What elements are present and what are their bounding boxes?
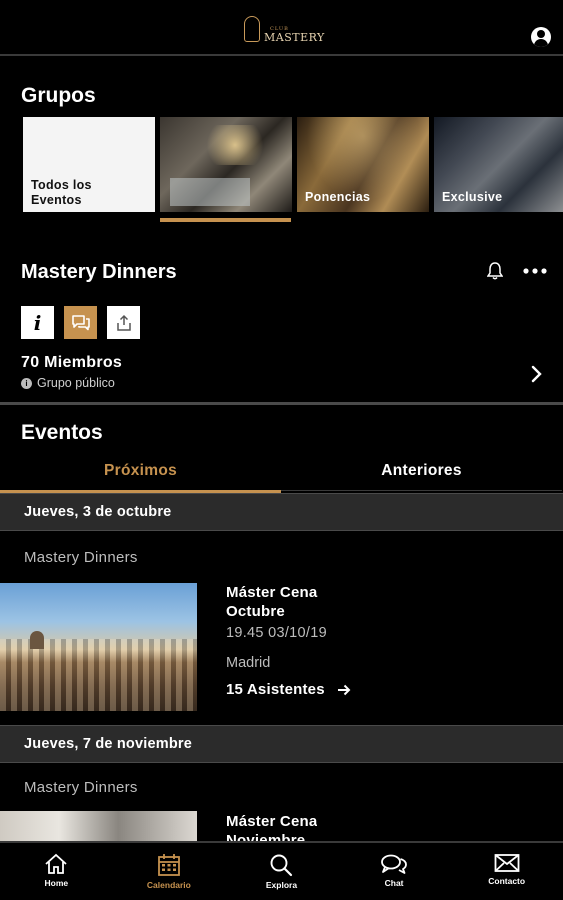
chat-bubbles-icon (71, 314, 90, 330)
date-header-label: Jueves, 3 de octubre (24, 504, 172, 520)
event-image-madrid[interactable] (0, 583, 197, 711)
tab-upcoming[interactable]: Próximos (0, 457, 281, 493)
nav-contact[interactable]: Contacto (450, 843, 563, 900)
group-card-ponencias[interactable]: Ponencias (297, 117, 429, 212)
app-header: CLUB MASTERY (0, 0, 563, 56)
members-count: 70 Miembros (21, 354, 123, 371)
arrow-right-icon (337, 684, 351, 695)
chat-icon (381, 854, 407, 874)
event-image-november[interactable] (0, 811, 197, 841)
logo-text: MASTERY (264, 31, 325, 44)
club-mastery-logo[interactable]: CLUB MASTERY (244, 16, 325, 48)
tab-past[interactable]: Anteriores (281, 457, 562, 491)
calendar-icon (157, 854, 180, 876)
logo-bulb-icon (244, 16, 260, 42)
group-actions (487, 262, 547, 280)
date-header: Jueves, 3 de octubre (0, 493, 563, 531)
events-title: Eventos (21, 421, 103, 444)
home-icon (45, 853, 67, 874)
search-icon (271, 854, 293, 877)
bottom-navigation: Home Calendario Explora Chat Contacto (0, 841, 563, 900)
section-divider (0, 402, 563, 405)
profile-icon[interactable] (531, 27, 551, 47)
group-card-label: Todos los Eventos (31, 178, 92, 207)
bell-icon[interactable] (487, 262, 503, 280)
share-icon (116, 314, 131, 331)
selected-group-indicator (160, 218, 291, 222)
nav-chat[interactable]: Chat (338, 843, 451, 900)
nav-chat-label: Chat (384, 878, 404, 888)
chevron-right-icon[interactable] (531, 365, 543, 387)
date-header: Jueves, 7 de noviembre (0, 725, 563, 763)
event-attendees-label: 15 Asistentes (226, 681, 325, 698)
group-tool-buttons: i (21, 306, 140, 339)
event-group-name: Mastery Dinners (24, 549, 138, 566)
group-visibility: i Grupo público (21, 376, 115, 390)
groups-title: Grupos (21, 84, 96, 107)
nav-contact-label: Contacto (488, 876, 526, 886)
event-title[interactable]: Máster Cena Noviembre (226, 812, 317, 841)
date-header-label: Jueves, 7 de noviembre (24, 736, 193, 752)
group-name: Mastery Dinners (21, 261, 177, 283)
group-card-label: Exclusive (442, 190, 503, 204)
group-visibility-label: Grupo público (37, 376, 115, 390)
more-options-icon[interactable] (523, 268, 547, 274)
nav-explore[interactable]: Explora (225, 843, 338, 900)
group-card-all-events[interactable]: Todos los Eventos (23, 117, 155, 212)
group-card-mastery-dinners[interactable] (160, 117, 292, 212)
group-card-exclusive[interactable]: Exclusive (434, 117, 563, 212)
chat-button[interactable] (64, 306, 97, 339)
event-datetime: 19.45 03/10/19 (226, 625, 327, 641)
groups-carousel[interactable]: Todos los Eventos Ponencias Exclusive (23, 117, 563, 212)
info-dot-icon: i (21, 377, 32, 389)
nav-calendar[interactable]: Calendario (113, 843, 226, 900)
events-tabs: Próximos Anteriores (0, 457, 563, 493)
event-location: Madrid (226, 655, 271, 671)
event-attendees-link[interactable]: 15 Asistentes (226, 681, 351, 698)
event-group-name: Mastery Dinners (24, 779, 138, 796)
event-title[interactable]: Máster Cena Octubre (226, 583, 317, 621)
nav-home-label: Home (44, 878, 69, 888)
info-icon: i (33, 310, 42, 335)
group-card-label: Ponencias (305, 190, 371, 204)
nav-calendar-label: Calendario (146, 880, 191, 890)
mail-icon (494, 854, 520, 872)
nav-home[interactable]: Home (0, 843, 113, 900)
share-button[interactable] (107, 306, 140, 339)
info-button[interactable]: i (21, 306, 54, 339)
nav-explore-label: Explora (265, 880, 298, 890)
